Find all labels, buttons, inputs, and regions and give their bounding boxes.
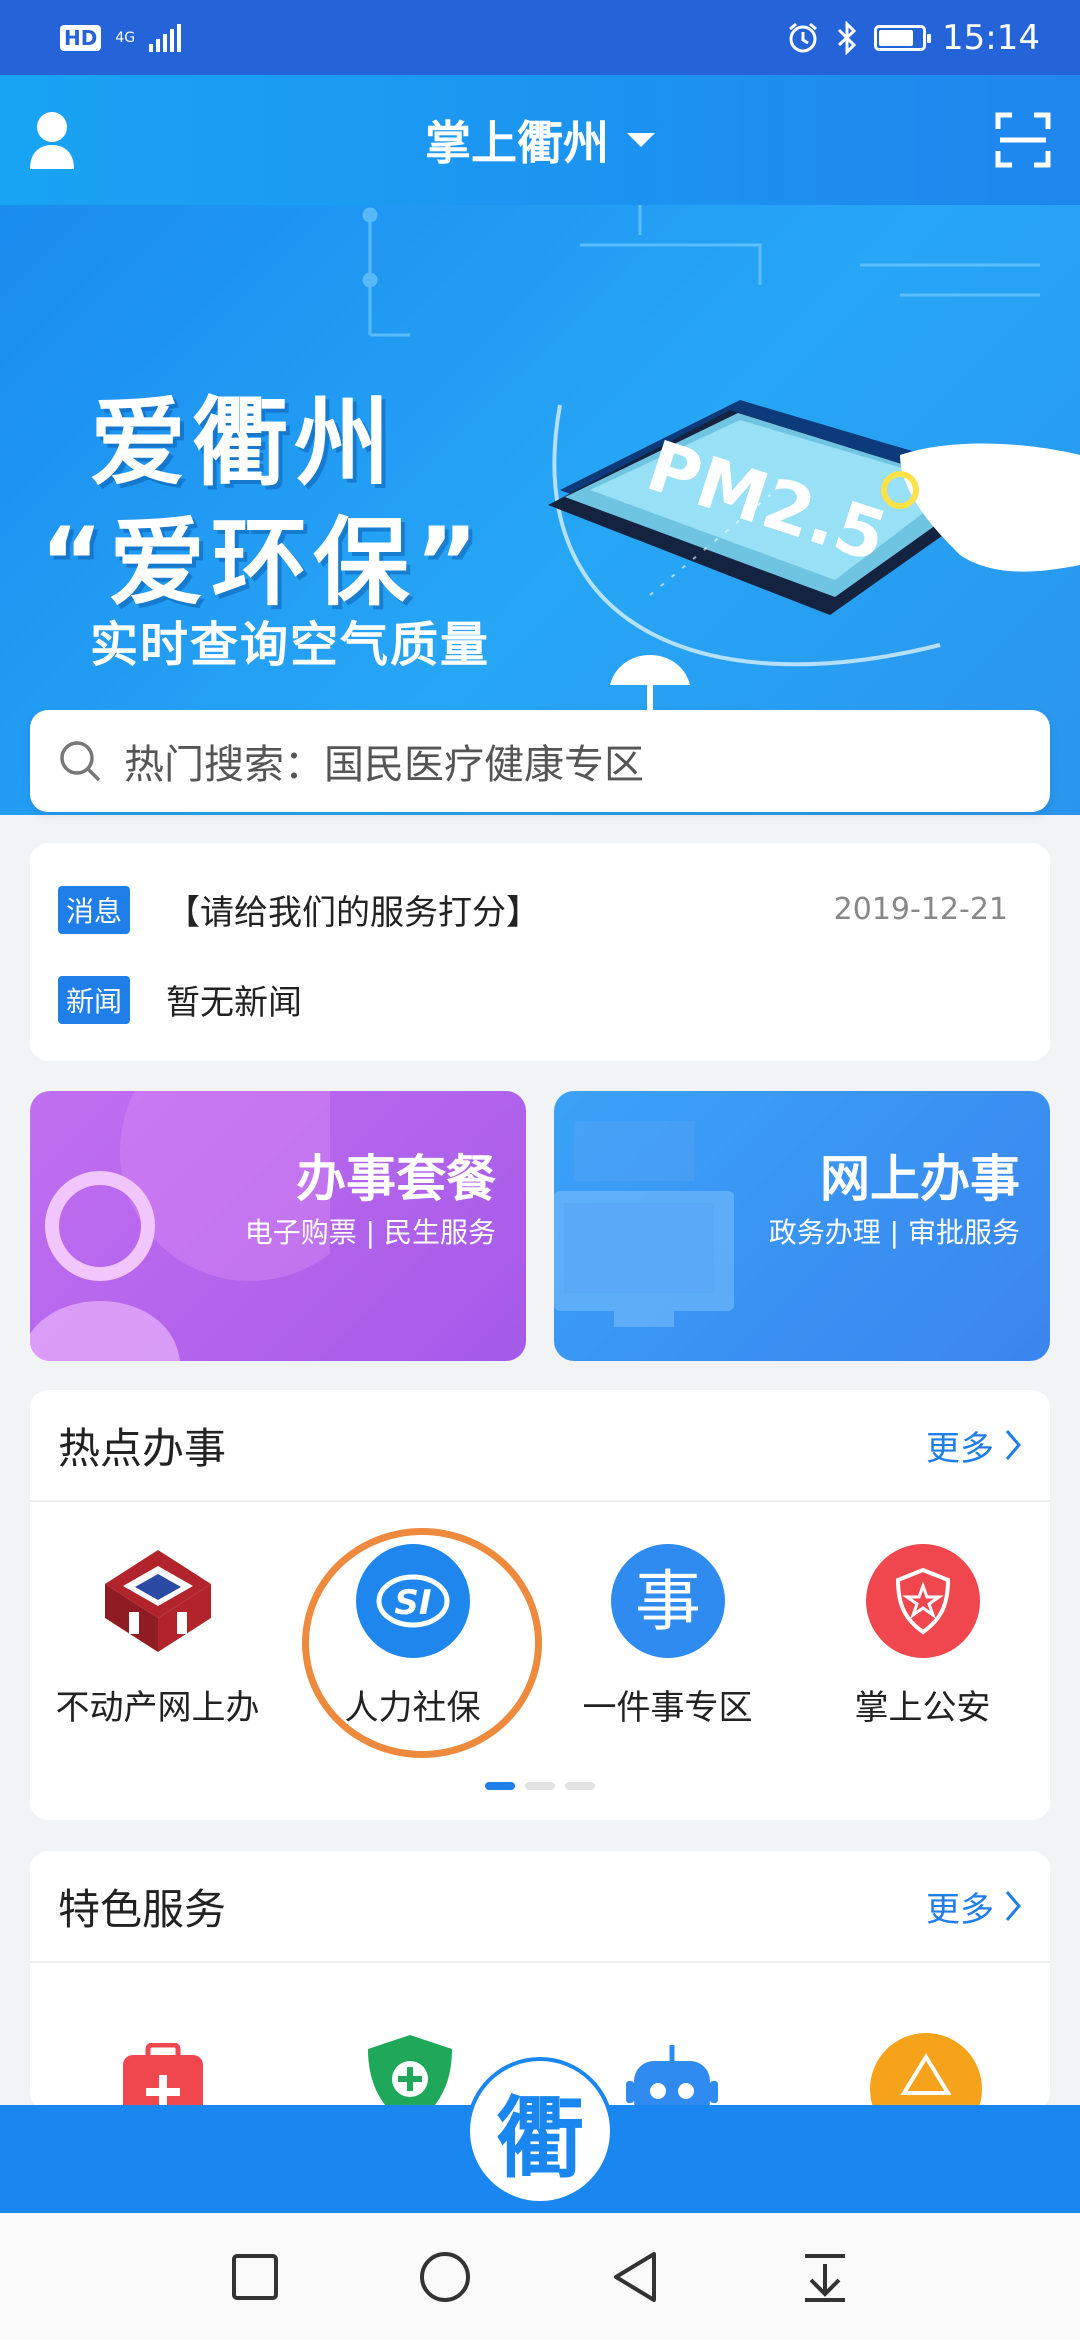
- page-indicator: [30, 1782, 1050, 1790]
- news-tag: 新闻: [58, 975, 131, 1024]
- tile-subtitle: 电子购票 | 民生服务: [244, 1216, 496, 1249]
- recycle-icon[interactable]: [868, 2031, 984, 2111]
- page-dot: [485, 1782, 515, 1790]
- tile-subtitle: 政务办理 | 审批服务: [768, 1216, 1020, 1249]
- svg-text:SI: SI: [394, 1583, 431, 1623]
- news-date: 2019-12-21: [833, 892, 1008, 927]
- chevron-down-icon: [627, 133, 655, 147]
- hot-services-grid: 不动产网上办 SI 人力社保 事 一件事专区 掌上公安: [30, 1502, 1050, 1820]
- square-icon: [232, 2253, 278, 2300]
- section-header: 热点办事 更多: [30, 1390, 1050, 1502]
- hot-services-card: 热点办事 更多 不动产网上办 SI 人力社保 事 一件事专区 掌上公安: [30, 1390, 1050, 1820]
- news-text: 暂无新闻: [166, 983, 303, 1023]
- page-dot: [565, 1782, 595, 1790]
- back-triangle-icon: [614, 2251, 656, 2302]
- banner-line2: “爱环保”: [40, 507, 485, 619]
- hd-badge: HD: [60, 24, 102, 51]
- home-button[interactable]: [405, 2237, 485, 2317]
- alarm-icon: [789, 22, 817, 52]
- back-button[interactable]: [595, 2237, 675, 2317]
- news-card[interactable]: 消息 【请给我们的服务打分】 2019-12-21 新闻 暂无新闻: [30, 843, 1050, 1061]
- service-label: 一件事专区: [582, 1688, 753, 1728]
- service-item-social-security[interactable]: SI 人力社保: [285, 1542, 540, 1729]
- status-time: 15:14: [942, 17, 1040, 58]
- download-tray-icon: [805, 2253, 845, 2302]
- service-label: 不动产网上办: [55, 1688, 260, 1728]
- one-thing-icon: 事: [609, 1542, 727, 1660]
- banner-line1: 爱衢州: [90, 387, 396, 499]
- system-nav-bar: [0, 2213, 1080, 2340]
- notification-pull-button[interactable]: [785, 2237, 865, 2317]
- social-security-icon: SI: [354, 1542, 472, 1660]
- section-title: 特色服务: [58, 1884, 227, 1934]
- home-logo-button[interactable]: 衢: [466, 2057, 614, 2205]
- signal-icon: [149, 23, 182, 52]
- search-input[interactable]: 热门搜索：国民医疗健康专区: [30, 710, 1050, 812]
- service-label: 掌上公安: [854, 1688, 991, 1728]
- page-title: 掌上衢州: [425, 116, 609, 170]
- medical-kit-icon[interactable]: [118, 2043, 208, 2111]
- network-type: 4G: [115, 29, 136, 46]
- app-header: 掌上衢州: [0, 75, 1080, 205]
- search-icon: [60, 741, 101, 782]
- svg-text:事: 事: [635, 1563, 701, 1640]
- banner-line3: 实时查询空气质量: [90, 617, 491, 673]
- service-item-one-thing[interactable]: 事 一件事专区: [540, 1542, 795, 1729]
- tile-online-services[interactable]: 网上办事 政务办理 | 审批服务: [554, 1091, 1050, 1361]
- news-row[interactable]: 消息 【请给我们的服务打分】 2019-12-21: [58, 885, 1008, 934]
- more-label: 更多: [926, 1889, 994, 1930]
- battery-icon: [874, 24, 932, 51]
- more-link[interactable]: 更多: [926, 1882, 1022, 1931]
- news-tag: 消息: [58, 885, 131, 934]
- search-placeholder: 热门搜索：国民医疗健康专区: [124, 742, 644, 788]
- news-text: 【请给我们的服务打分】: [166, 893, 541, 933]
- health-shield-icon[interactable]: [360, 2031, 460, 2111]
- status-left: HD 4G: [60, 23, 182, 52]
- page-dot: [525, 1782, 555, 1790]
- chevron-right-icon: [1005, 1430, 1021, 1460]
- robot-icon[interactable]: [624, 2041, 720, 2111]
- service-item-police[interactable]: 掌上公安: [795, 1542, 1050, 1729]
- chevron-right-icon: [1005, 1891, 1021, 1921]
- scan-icon[interactable]: [994, 111, 1052, 169]
- service-item-real-estate[interactable]: 不动产网上办: [30, 1542, 285, 1729]
- service-label: 人力社保: [344, 1688, 481, 1728]
- news-row[interactable]: 新闻 暂无新闻: [58, 975, 1008, 1024]
- city-selector[interactable]: 掌上衢州: [425, 107, 655, 173]
- police-badge-icon: [864, 1542, 982, 1660]
- more-label: 更多: [926, 1428, 994, 1469]
- bluetooth-icon: [837, 20, 857, 55]
- status-bar: HD 4G 15:14: [0, 0, 1080, 75]
- tile-title: 办事套餐: [296, 1150, 496, 1208]
- monitor-icon: [554, 1121, 734, 1327]
- real-estate-icon: [99, 1542, 217, 1660]
- tile-package-services[interactable]: 办事套餐 电子购票 | 民生服务: [30, 1091, 526, 1361]
- circle-icon: [420, 2251, 470, 2302]
- user-icon[interactable]: [28, 109, 76, 171]
- recent-apps-button[interactable]: [215, 2237, 295, 2317]
- status-right: 15:14: [786, 18, 1040, 58]
- section-title: 热点办事: [58, 1423, 227, 1473]
- section-header: 特色服务 更多: [30, 1851, 1050, 1963]
- tile-title: 网上办事: [820, 1150, 1020, 1208]
- more-link[interactable]: 更多: [926, 1421, 1022, 1470]
